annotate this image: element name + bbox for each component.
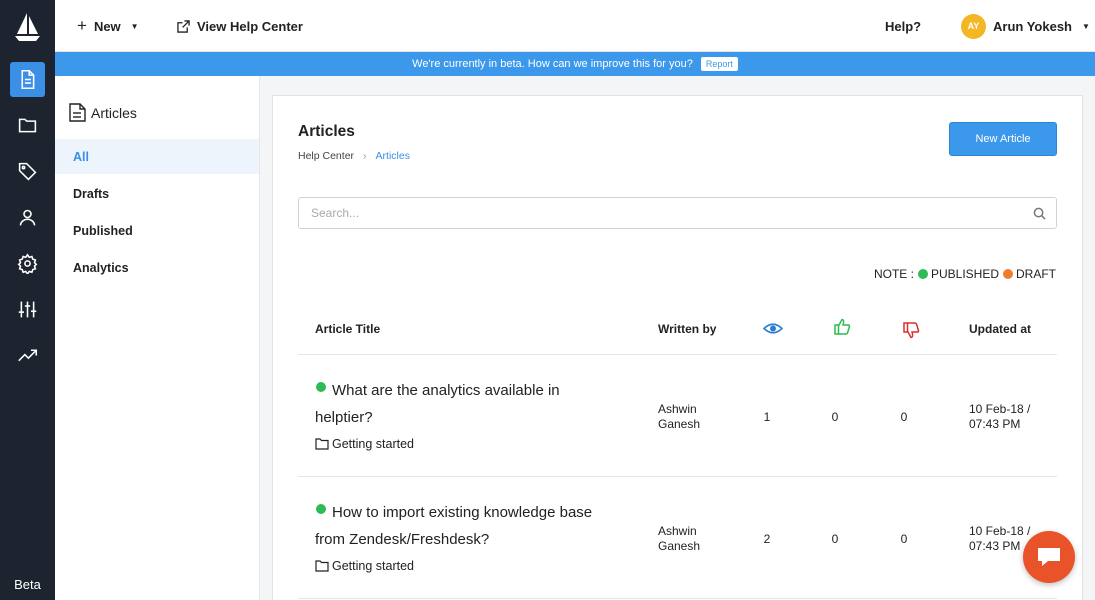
sailboat-logo-icon[interactable] [14, 12, 41, 42]
plus-icon: + [77, 16, 87, 35]
top-bar: + New ▼ View Help Center Help? AY Arun Y… [55, 0, 1095, 52]
articles-sidebar: Articles All Drafts Published Analytics [55, 76, 260, 600]
dislikes-count: 0 [900, 532, 908, 546]
category-label: Getting started [332, 559, 414, 573]
chat-launcher-button[interactable] [1023, 531, 1075, 583]
note-draft: DRAFT [1016, 267, 1056, 281]
sidebar-heading-label: Articles [91, 104, 137, 121]
rail-folder-icon[interactable] [10, 108, 45, 143]
report-button[interactable]: Report [700, 57, 738, 71]
banner-text: We're currently in beta. How can we impr… [412, 58, 693, 70]
rail-tag-icon[interactable] [10, 154, 45, 189]
rail-sliders-icon[interactable] [10, 292, 45, 327]
search-placeholder: Search... [311, 206, 360, 220]
help-link[interactable]: Help? [885, 0, 921, 52]
note-published: PUBLISHED [930, 267, 999, 281]
beta-banner: We're currently in beta. How can we impr… [55, 52, 1095, 76]
dislikes-count: 0 [900, 410, 908, 424]
view-help-center-link[interactable]: View Help Center [177, 0, 303, 52]
folder-icon [315, 438, 329, 450]
new-label: New [93, 18, 121, 34]
rail-trending-icon[interactable] [10, 338, 45, 373]
user-menu[interactable]: AY Arun Yokesh ▼ [961, 0, 1090, 52]
caret-down-icon: ▼ [130, 21, 139, 31]
sidebar-item-all[interactable]: All [55, 139, 259, 174]
rail-settings-gear-icon[interactable] [10, 246, 45, 281]
rail-user-icon[interactable] [10, 200, 45, 235]
sidebar-item-drafts[interactable]: Drafts [55, 176, 259, 211]
folder-icon [315, 560, 329, 572]
articles-card: Articles Help Center › Articles New Articl… [272, 95, 1083, 600]
views-eye-icon[interactable] [763, 322, 783, 335]
dislikes-thumbs-down-icon[interactable] [903, 322, 920, 339]
updated-at: 10 Feb-18 / 07:43 PM [969, 402, 1031, 431]
published-dot-icon [917, 269, 928, 279]
search-icon[interactable] [1033, 207, 1046, 220]
column-header-title[interactable]: Article Title [315, 322, 380, 336]
views-count: 2 [763, 532, 771, 546]
rail-articles-document-icon[interactable] [10, 62, 45, 97]
row-divider [298, 598, 1057, 599]
left-rail: Beta [0, 0, 55, 600]
caret-down-icon: ▼ [1081, 21, 1090, 31]
document-icon [69, 103, 86, 122]
views-count: 1 [763, 410, 771, 424]
likes-count: 0 [831, 532, 839, 546]
article-title[interactable]: How to import existing knowledge base fr… [315, 499, 615, 553]
breadcrumb-help-center[interactable]: Help Center [298, 150, 354, 162]
category-label: Getting started [332, 437, 414, 451]
avatar: AY [961, 13, 986, 39]
table-row[interactable]: What are the analytics available in help… [273, 355, 1084, 477]
user-name: Arun Yokesh [993, 18, 1072, 34]
sidebar-heading: Articles [69, 103, 137, 122]
article-category[interactable]: Getting started [315, 437, 414, 451]
status-legend: NOTE : PUBLISHED DRAFT [874, 267, 1056, 281]
draft-dot-icon [1003, 269, 1013, 279]
new-article-button[interactable]: New Article [949, 122, 1057, 156]
sidebar-item-analytics[interactable]: Analytics [55, 250, 259, 285]
page-title: Articles [298, 123, 355, 140]
breadcrumb-separator-icon: › [363, 150, 367, 162]
beta-label: Beta [14, 577, 41, 592]
table-row[interactable]: How to import existing knowledge base fr… [273, 477, 1084, 599]
sidebar-item-published[interactable]: Published [55, 213, 259, 248]
article-author: Ashwin Ganesh [658, 402, 701, 431]
note-prefix: NOTE : [873, 267, 914, 281]
external-link-icon [177, 19, 190, 33]
breadcrumb: Help Center › Articles [298, 150, 410, 162]
column-header-updated-at[interactable]: Updated at [969, 322, 1031, 336]
breadcrumb-articles[interactable]: Articles [376, 150, 410, 162]
new-menu-button[interactable]: + New ▼ [77, 0, 139, 52]
view-help-center-label: View Help Center [197, 18, 303, 34]
search-input[interactable]: Search... [298, 197, 1057, 229]
likes-thumbs-up-icon[interactable] [834, 318, 851, 335]
article-title[interactable]: What are the analytics available in help… [315, 377, 615, 431]
article-category[interactable]: Getting started [315, 559, 414, 573]
likes-count: 0 [831, 410, 839, 424]
column-header-written-by[interactable]: Written by [658, 322, 716, 336]
article-author: Ashwin Ganesh [658, 524, 701, 553]
chat-bubble-icon [1038, 548, 1060, 566]
